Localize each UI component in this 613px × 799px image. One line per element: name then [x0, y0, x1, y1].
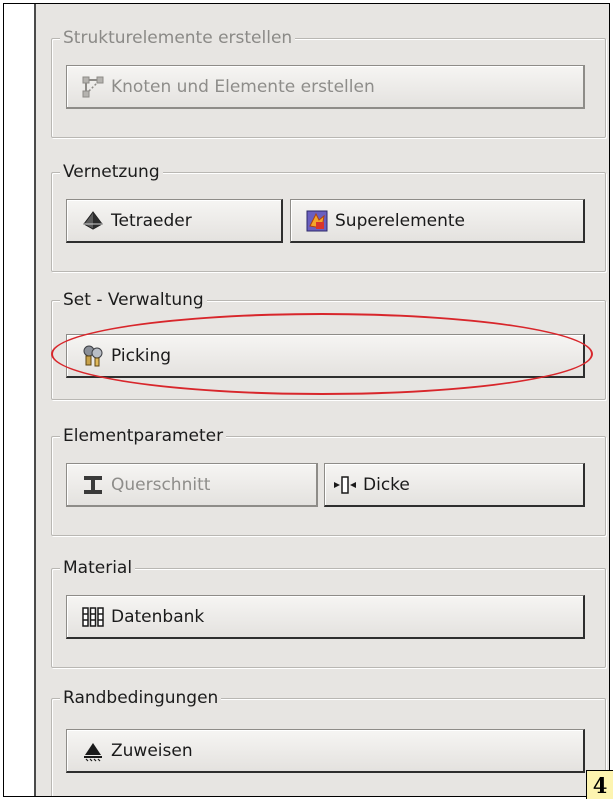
- boundary-support-icon: [81, 739, 105, 763]
- picking-icon: [81, 344, 105, 368]
- material-database-icon: [81, 605, 105, 629]
- superelement-icon: [305, 209, 329, 233]
- tetrahedron-icon: [81, 209, 105, 233]
- tetraeder-label: Tetraeder: [111, 210, 192, 231]
- datenbank-button[interactable]: Datenbank: [66, 595, 585, 639]
- superelemente-button[interactable]: Superelemente: [290, 199, 585, 243]
- node-element-icon: [81, 75, 105, 99]
- group-title-element-parameters: Elementparameter: [60, 425, 227, 447]
- querschnitt-button[interactable]: Querschnitt: [66, 463, 318, 507]
- group-material: Material Datenbank: [51, 557, 606, 668]
- tool-panel: Strukturelemente erstellen Knoten und El…: [36, 4, 609, 796]
- tetraeder-button[interactable]: Tetraeder: [66, 199, 283, 243]
- left-margin-strip: [4, 4, 36, 796]
- group-title-set-management: Set - Verwaltung: [60, 289, 207, 311]
- zuweisen-label: Zuweisen: [111, 740, 193, 761]
- group-title-structure: Strukturelemente erstellen: [60, 27, 296, 49]
- create-nodes-elements-button[interactable]: Knoten und Elemente erstellen: [66, 65, 585, 109]
- group-meshing: Vernetzung Tetraeder Superelemente: [51, 161, 606, 272]
- picking-button[interactable]: Picking: [66, 334, 585, 378]
- dicke-button[interactable]: Dicke: [324, 463, 585, 507]
- create-nodes-elements-label: Knoten und Elemente erstellen: [111, 76, 375, 97]
- thickness-icon: [333, 473, 357, 497]
- dicke-label: Dicke: [363, 474, 410, 495]
- group-structure-elements: Strukturelemente erstellen Knoten und El…: [51, 27, 606, 138]
- group-element-parameters: Elementparameter Querschnitt Dicke: [51, 425, 606, 536]
- window-frame: Strukturelemente erstellen Knoten und El…: [3, 3, 610, 797]
- group-title-boundary-conditions: Randbedingungen: [60, 687, 222, 709]
- page-number-badge: 4: [586, 770, 613, 799]
- superelemente-label: Superelemente: [335, 210, 465, 231]
- group-title-material: Material: [60, 557, 136, 579]
- zuweisen-button[interactable]: Zuweisen: [66, 729, 585, 773]
- picking-label: Picking: [111, 345, 172, 366]
- querschnitt-label: Querschnitt: [111, 474, 211, 495]
- group-title-meshing: Vernetzung: [60, 161, 163, 183]
- i-beam-icon: [81, 473, 105, 497]
- group-set-management: Set - Verwaltung Picking: [51, 289, 606, 400]
- group-boundary-conditions: Randbedingungen Zuweisen: [51, 687, 606, 796]
- datenbank-label: Datenbank: [111, 606, 205, 627]
